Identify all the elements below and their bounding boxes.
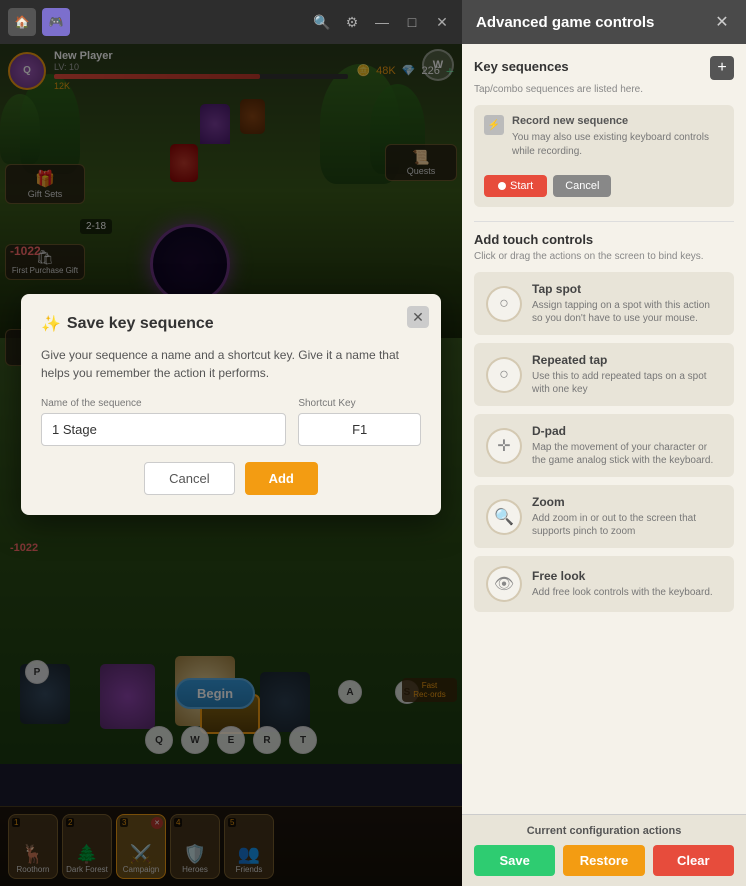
settings-icon[interactable]: ⚙ — [340, 10, 364, 34]
modal-description: Give your sequence a name and a shortcut… — [41, 346, 421, 382]
sequence-name-input[interactable] — [41, 413, 286, 446]
tap-spot-item[interactable]: ○ Tap spot Assign tapping on a spot with… — [474, 272, 734, 335]
modal-close-button[interactable]: ✕ — [407, 306, 429, 328]
modal-title-text: Save key sequence — [67, 315, 214, 333]
search-icon[interactable]: 🔍 — [310, 10, 334, 34]
repeated-tap-info: Repeated tap Use this to add repeated ta… — [532, 353, 722, 396]
tap-spot-desc: Assign tapping on a spot with this actio… — [532, 299, 722, 325]
dpad-name: D-pad — [532, 424, 722, 438]
current-config-title: Current configuration actions — [474, 825, 734, 837]
repeated-tap-name: Repeated tap — [532, 353, 722, 367]
record-box-title: Record new sequence — [512, 115, 724, 127]
repeated-tap-item[interactable]: ○ Repeated tap Use this to add repeated … — [474, 343, 734, 406]
modal-actions: Cancel Add — [41, 462, 421, 495]
cancel-recording-button[interactable]: Cancel — [553, 175, 611, 197]
modal-title: ✨ Save key sequence — [41, 314, 421, 334]
touch-controls-title: Add touch controls — [474, 232, 734, 247]
key-sequences-section: Key sequences + Tap/combo sequences are … — [474, 56, 734, 207]
restore-button[interactable]: Restore — [563, 845, 644, 876]
tap-spot-info: Tap spot Assign tapping on a spot with t… — [532, 282, 722, 325]
repeated-tap-icon: ○ — [486, 357, 522, 393]
add-key-sequence-button[interactable]: + — [710, 56, 734, 80]
record-box-text: Record new sequence You may also use exi… — [512, 115, 724, 167]
repeated-tap-desc: Use this to add repeated taps on a spot … — [532, 370, 722, 396]
panel-content: Key sequences + Tap/combo sequences are … — [462, 44, 746, 814]
modal-fields: Name of the sequence Shortcut Key — [41, 398, 421, 446]
shortcut-key-field: Shortcut Key — [298, 398, 421, 446]
key-sequences-desc: Tap/combo sequences are listed here. — [474, 84, 734, 95]
save-key-sequence-modal: ✕ ✨ Save key sequence Give your sequence… — [21, 294, 441, 515]
record-box-desc: You may also use existing keyboard contr… — [512, 131, 724, 159]
free-look-item[interactable]: 👁 Free look Add free look controls with … — [474, 556, 734, 612]
panel-bottom-actions: Save Restore Clear — [474, 845, 734, 876]
shortcut-key-input[interactable] — [298, 413, 421, 446]
minimize-icon[interactable]: — — [370, 10, 394, 34]
modal-add-button[interactable]: Add — [245, 462, 318, 495]
modal-title-icon: ✨ — [41, 314, 61, 334]
record-dot-icon — [498, 182, 506, 190]
record-icon: ⚡ — [484, 115, 504, 135]
sequence-name-field: Name of the sequence — [41, 398, 286, 446]
zoom-name: Zoom — [532, 495, 722, 509]
record-actions: Start Cancel — [484, 175, 724, 197]
game-icon[interactable]: 🎮 — [42, 8, 70, 36]
key-sequences-title: Key sequences — [474, 59, 569, 74]
dpad-item[interactable]: ✛ D-pad Map the movement of your charact… — [474, 414, 734, 477]
key-sequences-header: Key sequences + — [474, 56, 734, 80]
zoom-icon: 🔍 — [486, 499, 522, 535]
free-look-name: Free look — [532, 569, 722, 583]
clear-button[interactable]: Clear — [653, 845, 734, 876]
home-icon[interactable]: 🏠 — [8, 8, 36, 36]
dpad-info: D-pad Map the movement of your character… — [532, 424, 722, 467]
save-button[interactable]: Save — [474, 845, 555, 876]
game-topbar: 🏠 🎮 🔍 ⚙ — □ ✕ — [0, 0, 462, 44]
start-recording-button[interactable]: Start — [484, 175, 547, 197]
free-look-info: Free look Add free look controls with th… — [532, 569, 722, 599]
panel-bottom: Current configuration actions Save Resto… — [462, 814, 746, 886]
tap-spot-icon: ○ — [486, 286, 522, 322]
modal-overlay: ✕ ✨ Save key sequence Give your sequence… — [0, 44, 462, 886]
free-look-desc: Add free look controls with the keyboard… — [532, 586, 722, 599]
tap-spot-name: Tap spot — [532, 282, 722, 296]
zoom-desc: Add zoom in or out to the screen that su… — [532, 512, 722, 538]
touch-controls-desc: Click or drag the actions on the screen … — [474, 251, 734, 262]
dpad-icon: ✛ — [486, 428, 522, 464]
dpad-desc: Map the movement of your character or th… — [532, 441, 722, 467]
modal-cancel-button[interactable]: Cancel — [144, 462, 234, 495]
game-area: 🏠 🎮 🔍 ⚙ — □ ✕ Q New Player LV: 10 — [0, 0, 462, 886]
panel-title: Advanced game controls — [476, 14, 654, 31]
maximize-icon[interactable]: □ — [400, 10, 424, 34]
touch-controls-section: Add touch controls Click or drag the act… — [474, 232, 734, 612]
record-box: ⚡ Record new sequence You may also use e… — [474, 105, 734, 207]
record-box-content: ⚡ Record new sequence You may also use e… — [484, 115, 724, 167]
close-window-icon[interactable]: ✕ — [430, 10, 454, 34]
sequence-name-label: Name of the sequence — [41, 398, 286, 409]
panel-header: Advanced game controls ✕ — [462, 0, 746, 44]
panel-close-button[interactable]: ✕ — [712, 12, 732, 32]
right-panel: Advanced game controls ✕ Key sequences +… — [462, 0, 746, 886]
zoom-info: Zoom Add zoom in or out to the screen th… — [532, 495, 722, 538]
free-look-icon: 👁 — [486, 566, 522, 602]
zoom-item[interactable]: 🔍 Zoom Add zoom in or out to the screen … — [474, 485, 734, 548]
shortcut-key-label: Shortcut Key — [298, 398, 421, 409]
section-divider-1 — [474, 221, 734, 222]
